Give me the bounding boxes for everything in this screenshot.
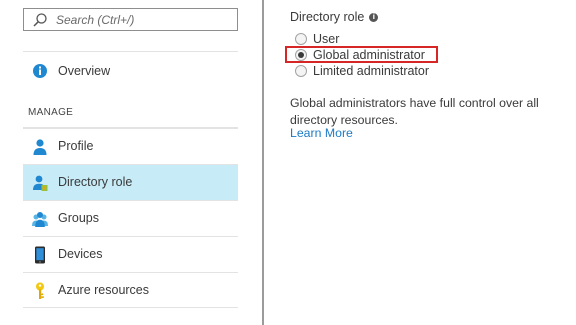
- nav-item-label: Azure resources: [58, 283, 150, 297]
- nav-item-devices[interactable]: Devices: [23, 236, 238, 272]
- groups-icon: [32, 212, 48, 227]
- radio-button[interactable]: [295, 65, 307, 77]
- nav-item-overview-label: Overview: [58, 64, 111, 78]
- radio-option-limited-administrator[interactable]: Limited administrator: [295, 63, 429, 79]
- learn-more-link[interactable]: Learn More: [290, 126, 353, 140]
- directory-role-heading: Directory role i: [290, 10, 379, 24]
- search-box[interactable]: [23, 8, 238, 31]
- section-heading-manage: MANAGE: [28, 107, 74, 118]
- device-icon: [35, 246, 45, 264]
- highlight-annotation: [285, 46, 438, 63]
- nav-item-directory-role[interactable]: Directory role: [23, 164, 238, 200]
- directory-role-icon: [33, 175, 48, 191]
- nav-item-azure-resources[interactable]: Azure resources: [23, 272, 238, 308]
- resource-menu: Overview MANAGE Profile Directory role: [0, 0, 262, 325]
- nav-item-label: Devices: [58, 247, 103, 261]
- field-title-text: Directory role: [290, 10, 365, 24]
- nav-item-label: Groups: [58, 211, 99, 225]
- nav-item-label: Profile: [58, 139, 94, 153]
- nav-item-groups[interactable]: Groups: [23, 200, 238, 236]
- nav-item-profile[interactable]: Profile: [23, 128, 238, 164]
- radio-button[interactable]: [295, 33, 307, 45]
- user-icon: [33, 139, 47, 155]
- nav-divider: [23, 307, 238, 308]
- info-icon: [33, 64, 47, 78]
- role-description: Global administrators have full control …: [290, 96, 539, 127]
- radio-option-user[interactable]: User: [295, 31, 339, 47]
- search-icon: [33, 13, 47, 27]
- radio-label: User: [313, 32, 340, 46]
- key-icon: [36, 282, 44, 299]
- search-input[interactable]: [56, 9, 231, 30]
- directory-role-panel: Directory role i User Global administrat…: [264, 0, 576, 325]
- nav-item-label: Directory role: [58, 175, 133, 189]
- nav-item-overview[interactable]: Overview: [23, 51, 238, 89]
- radio-label: Limited administrator: [313, 64, 430, 78]
- info-icon[interactable]: i: [369, 12, 379, 22]
